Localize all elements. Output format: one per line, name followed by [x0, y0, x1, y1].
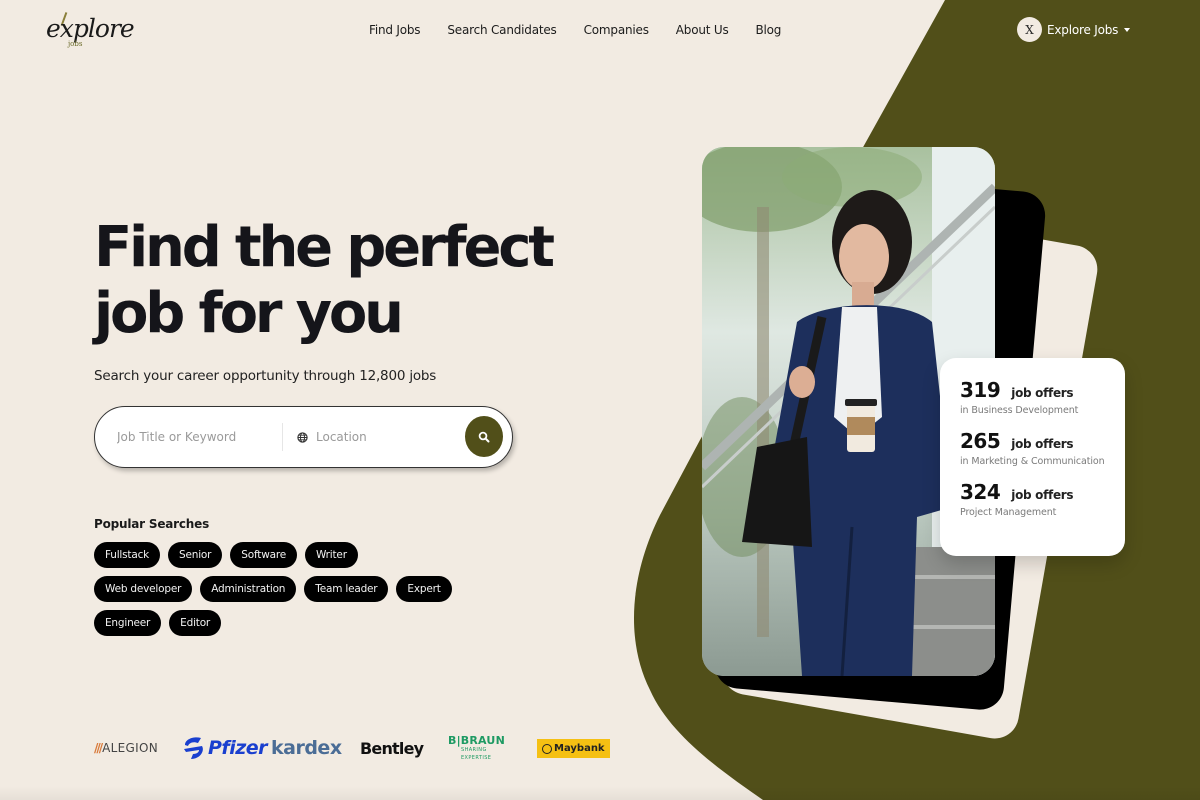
job-search-bar [94, 406, 513, 468]
tag-fullstack[interactable]: Fullstack [94, 542, 161, 568]
tag-expert[interactable]: Expert [396, 576, 452, 602]
bbraun-tagline: SHARING EXPERTISE [461, 746, 492, 761]
stat-item[interactable]: 265 job offers in Marketing & Communicat… [960, 429, 1125, 467]
pfizer-mark-icon [184, 737, 203, 759]
stat-number: 319 [960, 378, 1001, 402]
tag-software[interactable]: Software [230, 542, 297, 568]
tag-administration[interactable]: Administration [200, 576, 297, 602]
account-menu-button[interactable]: X Explore Jobs [1017, 17, 1131, 42]
location-input[interactable] [316, 430, 456, 444]
search-icon [478, 431, 490, 442]
explore-jobs-logo[interactable]: explore jobs [46, 12, 135, 52]
account-label: Explore Jobs [1047, 22, 1119, 37]
keyword-input[interactable] [117, 430, 277, 444]
bbraun-text: B|BRAUN [448, 733, 505, 747]
search-button[interactable] [465, 416, 503, 457]
stat-item[interactable]: 324 job offers Project Management [960, 480, 1125, 518]
popular-searches-title: Popular Searches [94, 517, 210, 531]
page-title: Find the perfect job for you [94, 215, 614, 347]
nav-about-us[interactable]: About Us [676, 23, 729, 37]
maybank-tiger-icon [542, 743, 552, 754]
title-line-2: job for you [94, 281, 404, 346]
tag-web-developer[interactable]: Web developer [94, 576, 193, 602]
nav-find-jobs[interactable]: Find Jobs [369, 23, 421, 37]
stat-description: in Business Development [960, 405, 1079, 416]
maybank-text: Maybank [554, 743, 605, 754]
stat-unit: job offers [1011, 437, 1074, 451]
popular-searches-list: Fullstack Senior Software Writer Web dev… [94, 542, 464, 636]
main-nav: Find Jobs Search Candidates Companies Ab… [369, 23, 808, 37]
bbraun-logo: B|BRAUN SHARING EXPERTISE [448, 733, 505, 763]
job-stats-card: 319 job offers in Business Development 2… [940, 358, 1125, 556]
alegion-mark-icon: /// [94, 741, 103, 755]
kardex-logo: kardex [271, 737, 342, 759]
alegion-logo: /// ALEGION [94, 733, 158, 763]
tag-engineer[interactable]: Engineer [94, 610, 162, 636]
nav-companies[interactable]: Companies [584, 23, 649, 37]
maybank-logo: Maybank [537, 739, 610, 758]
stat-unit: job offers [1011, 386, 1074, 400]
nav-search-candidates[interactable]: Search Candidates [447, 23, 556, 37]
tag-team-leader[interactable]: Team leader [304, 576, 389, 602]
stat-number: 265 [960, 429, 1001, 453]
bottom-shadow [0, 786, 1200, 800]
logo-text: explore [46, 14, 135, 43]
bentley-logo: Bentley [360, 738, 424, 758]
hero-subtitle: Search your career opportunity through 1… [94, 368, 437, 384]
tag-editor[interactable]: Editor [169, 610, 222, 636]
stat-description: Project Management [960, 507, 1057, 518]
stat-unit: job offers [1011, 488, 1074, 502]
globe-icon [297, 431, 308, 443]
avatar: X [1017, 17, 1042, 42]
alegion-text: ALEGION [102, 741, 158, 755]
nav-blog[interactable]: Blog [756, 23, 782, 37]
pfizer-logo: Pfizer [182, 733, 268, 763]
tag-senior[interactable]: Senior [168, 542, 223, 568]
title-line-1: Find the perfect [94, 215, 555, 280]
stat-number: 324 [960, 480, 1001, 504]
stat-description: in Marketing & Communication [960, 456, 1105, 467]
pfizer-text: Pfizer [208, 737, 268, 759]
caret-down-icon [1124, 27, 1131, 32]
logo-subtext: jobs [68, 40, 83, 48]
stat-item[interactable]: 319 job offers in Business Development [960, 378, 1125, 416]
landing-page: explore jobs Find Jobs Search Candidates… [0, 0, 1200, 800]
search-divider [282, 423, 283, 451]
tag-writer[interactable]: Writer [304, 542, 358, 568]
